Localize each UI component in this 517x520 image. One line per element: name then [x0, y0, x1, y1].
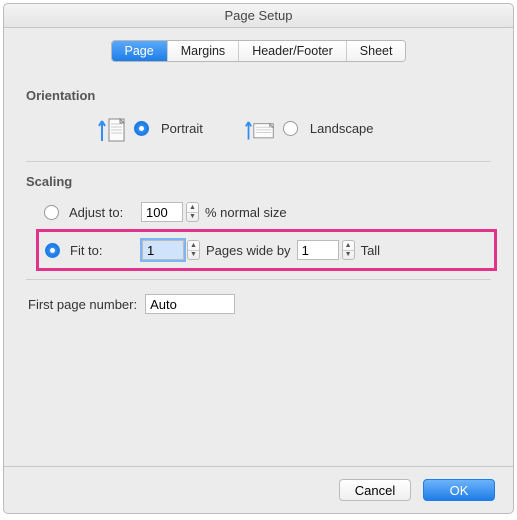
- portrait-radio[interactable]: [134, 121, 149, 136]
- adjust-to-input[interactable]: [141, 202, 183, 222]
- adjust-to-label: Adjust to:: [69, 205, 135, 220]
- fit-to-label: Fit to:: [70, 243, 136, 258]
- tab-bar: Page Margins Header/Footer Sheet: [4, 40, 513, 62]
- adjust-to-radio[interactable]: [44, 205, 59, 220]
- fit-tall-stepper[interactable]: ▲▼: [342, 240, 355, 260]
- tab-header-footer[interactable]: Header/Footer: [239, 41, 347, 61]
- divider-2: [26, 279, 491, 280]
- fit-to-radio[interactable]: [45, 243, 60, 258]
- landscape-label: Landscape: [310, 121, 374, 136]
- window-title: Page Setup: [4, 4, 513, 28]
- ok-button[interactable]: OK: [423, 479, 495, 501]
- landscape-radio[interactable]: [283, 121, 298, 136]
- orientation-heading: Orientation: [26, 88, 491, 103]
- orientation-row: Portrait Landscape: [96, 113, 491, 143]
- fit-tall-spinner: ▲▼: [297, 240, 355, 260]
- divider: [26, 161, 491, 162]
- first-page-row: First page number:: [28, 294, 491, 314]
- landscape-icon: [245, 113, 275, 143]
- tab-margins[interactable]: Margins: [168, 41, 239, 61]
- portrait-icon: [96, 113, 126, 143]
- fit-wide-spinner: ▲▼: [142, 240, 200, 260]
- tab-sheet[interactable]: Sheet: [347, 41, 406, 61]
- scaling-heading: Scaling: [26, 174, 491, 189]
- adjust-to-row: Adjust to: ▲▼ % normal size: [44, 199, 491, 225]
- pages-wide-by-label: Pages wide by: [206, 243, 291, 258]
- first-page-input[interactable]: [145, 294, 235, 314]
- dialog-footer: Cancel OK: [4, 466, 513, 513]
- fit-to-highlight: Fit to: ▲▼ Pages wide by ▲▼ Tall: [36, 229, 497, 271]
- adjust-to-spinner: ▲▼: [141, 202, 199, 222]
- fit-wide-input[interactable]: [142, 240, 184, 260]
- fit-wide-stepper[interactable]: ▲▼: [187, 240, 200, 260]
- adjust-to-stepper[interactable]: ▲▼: [186, 202, 199, 222]
- normal-size-label: % normal size: [205, 205, 287, 220]
- first-page-label: First page number:: [28, 297, 137, 312]
- segmented-control: Page Margins Header/Footer Sheet: [111, 40, 407, 62]
- portrait-label: Portrait: [161, 121, 203, 136]
- tall-label: Tall: [361, 243, 381, 258]
- tab-page[interactable]: Page: [112, 41, 168, 61]
- dialog-content: Orientation Portrait: [4, 68, 513, 466]
- cancel-button[interactable]: Cancel: [339, 479, 411, 501]
- fit-tall-input[interactable]: [297, 240, 339, 260]
- page-setup-dialog: Page Setup Page Margins Header/Footer Sh…: [3, 3, 514, 514]
